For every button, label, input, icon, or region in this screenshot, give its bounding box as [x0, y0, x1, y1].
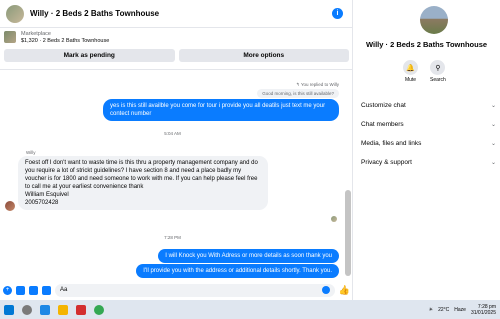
message-input-text: Aa: [60, 287, 68, 293]
gif-icon[interactable]: [42, 285, 51, 295]
search-icon: ⚲: [430, 60, 446, 75]
windows-start-icon[interactable]: [4, 304, 14, 315]
listing-summary[interactable]: $1,320 · 2 Beds 2 Baths Townhouse: [21, 38, 109, 45]
image-icon[interactable]: [16, 285, 25, 295]
composer: + Aa 👍: [0, 280, 353, 300]
chat-details-panel: Willy · 2 Beds 2 Baths Townhouse 🔔 Mute …: [353, 0, 500, 300]
mute-label: Mute: [404, 77, 417, 83]
taskbar: ☀ 22°C Haze 7:28 pm 31/01/2025: [0, 300, 500, 319]
sticker-icon[interactable]: [29, 285, 38, 295]
chevron-down-icon: ⌄: [490, 160, 496, 166]
chevron-down-icon: ⌄: [490, 141, 496, 147]
incoming-message-text: Foest off I don't want to waste time is …: [25, 160, 258, 190]
chrome-icon[interactable]: [94, 304, 104, 315]
details-menu: Customize chat ⌄ Chat members ⌄ Media, fil…: [361, 96, 496, 172]
incoming-message-name: William Esquivel: [25, 192, 69, 198]
chat-title[interactable]: Willy · 2 Beds 2 Baths Townhouse: [30, 9, 332, 18]
mute-button[interactable]: 🔔 Mute: [403, 60, 418, 83]
outgoing-message[interactable]: I will Knock you With Adress or more det…: [158, 249, 339, 263]
clock[interactable]: 7:28 pm 31/01/2025: [471, 304, 496, 316]
search-button[interactable]: ⚲ Search: [430, 60, 446, 83]
sender-name: Willy: [26, 150, 36, 155]
timestamp: 7:28 PM: [164, 235, 181, 240]
edge-icon[interactable]: [40, 304, 50, 315]
file-explorer-icon[interactable]: [58, 304, 68, 315]
mark-pending-button[interactable]: Mark as pending: [4, 49, 175, 62]
outgoing-message[interactable]: I'll provide you with the address or add…: [136, 264, 339, 278]
weather-text[interactable]: Haze: [454, 307, 466, 313]
info-icon[interactable]: i: [332, 8, 343, 19]
chevron-down-icon: ⌄: [490, 122, 496, 128]
sender-avatar[interactable]: [5, 201, 15, 211]
temperature[interactable]: 22°C: [438, 307, 449, 313]
incoming-message[interactable]: Foest off I don't want to waste time is …: [18, 156, 268, 210]
app-icon[interactable]: [76, 304, 86, 315]
outgoing-message[interactable]: yes is this still availble you come for …: [103, 99, 339, 121]
avatar[interactable]: [6, 4, 24, 23]
details-title: Willy · 2 Beds 2 Baths Townhouse: [365, 40, 488, 49]
message-list: ↰ You replied to Willy Good morning, is …: [0, 70, 347, 278]
listing-thumbnail[interactable]: [4, 31, 16, 43]
scrollbar[interactable]: [345, 190, 351, 276]
reply-note: ↰ You replied to Willy: [295, 82, 339, 87]
search-label: Search: [430, 77, 446, 83]
emoji-icon[interactable]: [321, 286, 330, 294]
messenger-app: Willy · 2 Beds 2 Baths Townhouse i Marke…: [0, 0, 500, 300]
menu-chat-members[interactable]: Chat members ⌄: [361, 115, 496, 134]
menu-privacy-support[interactable]: Privacy & support ⌄: [361, 153, 496, 172]
quoted-message[interactable]: Good morning, is this still available?: [257, 89, 339, 98]
seen-indicator: [331, 216, 337, 222]
menu-customize-chat[interactable]: Customize chat ⌄: [361, 96, 496, 115]
menu-media-files-links[interactable]: Media, files and links ⌄: [361, 134, 496, 153]
weather-icon[interactable]: ☀: [429, 307, 433, 313]
bell-icon: 🔔: [403, 60, 418, 75]
chevron-down-icon: ⌄: [490, 103, 496, 109]
listing-source: Marketplace: [21, 31, 51, 37]
message-input[interactable]: Aa: [55, 283, 335, 297]
add-icon[interactable]: +: [3, 285, 12, 295]
profile-photo[interactable]: [420, 6, 448, 34]
chat-header: Willy · 2 Beds 2 Baths Townhouse i: [0, 0, 353, 28]
incoming-message-phone: 2005702428: [25, 200, 59, 206]
marketplace-listing: Marketplace $1,320 · 2 Beds 2 Baths Town…: [0, 28, 353, 70]
like-icon[interactable]: 👍: [339, 285, 350, 296]
timestamp: 5:04 AM: [164, 131, 181, 136]
chat-panel: Willy · 2 Beds 2 Baths Townhouse i Marke…: [0, 0, 353, 300]
more-options-button[interactable]: More options: [178, 49, 349, 62]
search-icon[interactable]: [22, 304, 32, 315]
